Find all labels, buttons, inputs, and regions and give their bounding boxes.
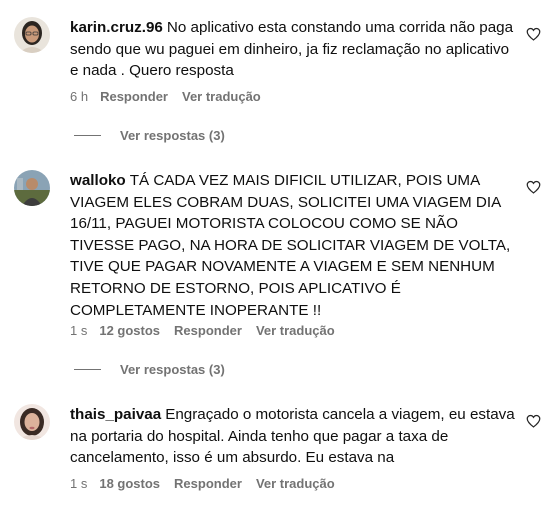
avatar[interactable] — [14, 17, 50, 53]
view-replies-button[interactable]: Ver respostas (3) — [74, 361, 225, 377]
likes-count[interactable]: 12 gostos — [99, 323, 160, 338]
translate-button[interactable]: Ver tradução — [256, 476, 335, 491]
comment-text: TÁ CADA VEZ MAIS DIFICIL UTILIZAR, POIS … — [70, 172, 511, 319]
comment-body: walloko TÁ CADA VEZ MAIS DIFICIL UTILIZAR… — [70, 170, 518, 321]
comment-time: 1 s — [70, 476, 88, 491]
avatar[interactable] — [14, 170, 50, 206]
reply-button[interactable]: Responder — [174, 323, 242, 338]
view-replies-label[interactable]: Ver respostas (3) — [120, 128, 225, 143]
reply-button[interactable]: Responder — [174, 476, 242, 491]
comment-time: 1 s — [70, 323, 88, 338]
heart-outline-icon[interactable] — [526, 180, 541, 194]
view-replies-button[interactable]: Ver respostas (3) — [74, 127, 225, 143]
heart-outline-icon[interactable] — [526, 27, 541, 41]
divider — [74, 368, 101, 370]
comment-body: karin.cruz.96 No aplicativo esta constand… — [70, 17, 518, 82]
translate-button[interactable]: Ver tradução — [182, 89, 261, 104]
comment-body: thais_paivaa Engraçado o motorista cancel… — [70, 404, 518, 469]
view-replies-label[interactable]: Ver respostas (3) — [120, 362, 225, 377]
divider — [74, 134, 101, 136]
avatar[interactable] — [14, 404, 50, 440]
comment-username[interactable]: walloko — [70, 172, 126, 189]
comment-username[interactable]: karin.cruz.96 — [70, 19, 163, 36]
comment-meta: 1 s 12 gostos Responder Ver tradução — [70, 323, 349, 339]
comment-username[interactable]: thais_paivaa — [70, 406, 161, 423]
likes-count[interactable]: 18 gostos — [99, 476, 160, 491]
heart-outline-icon[interactable] — [526, 414, 541, 428]
comment-meta: 6 h Responder Ver tradução — [70, 89, 275, 105]
comment-time: 6 h — [70, 89, 89, 104]
reply-button[interactable]: Responder — [100, 89, 168, 104]
comment-meta: 1 s 18 gostos Responder Ver tradução — [70, 476, 349, 492]
translate-button[interactable]: Ver tradução — [256, 323, 335, 338]
